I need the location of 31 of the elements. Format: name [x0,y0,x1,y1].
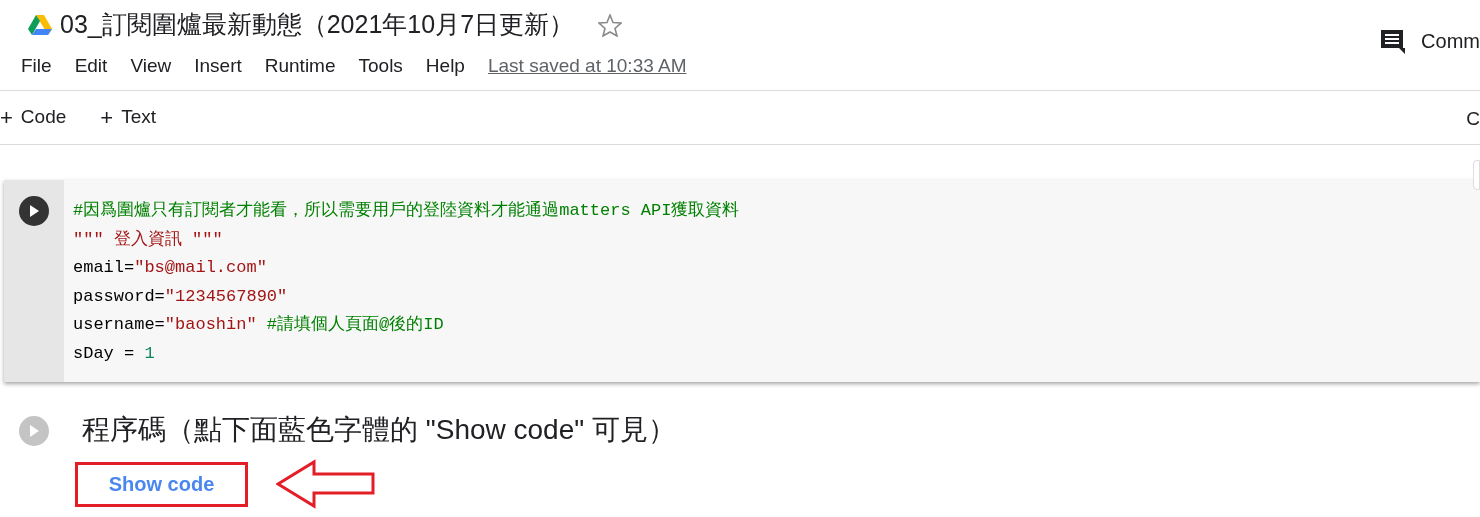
code-line: sDay = 1 [73,342,156,365]
comment-icon[interactable] [1379,28,1406,54]
code-line: username="baoshin" #請填個人頁面@後的ID [73,314,445,336]
menu-item[interactable]: Tools [358,51,403,81]
code-line: password="1234567890" [73,285,289,308]
plus-icon: + [0,106,13,129]
code-line: email="bs@mail.com" [73,257,268,279]
star-icon[interactable] [598,13,623,37]
notebook-title[interactable]: 03_訂閱圍爐最新動態（2021年10月7日更新） [60,6,575,44]
toolbar-button[interactable]: C [1466,105,1480,134]
drive-logo-icon [28,14,52,36]
menu-item[interactable]: Edit [74,51,108,81]
menu-item[interactable]: Runtime [264,51,336,81]
menu-item[interactable]: Help [425,51,465,81]
code-line: """ 登入資訊 """ [73,228,224,251]
run-button[interactable] [19,196,49,226]
menu-item[interactable]: View [130,51,172,81]
menu-item[interactable]: File [21,51,52,81]
plus-icon: + [100,106,114,129]
play-icon [29,425,39,437]
menu-item[interactable]: Insert [194,51,242,81]
show-code-link[interactable]: Show code [75,461,248,507]
add-text-button[interactable]: + Text [100,103,156,132]
add-code-button[interactable]: + Code [0,103,67,132]
comments-button[interactable]: Comm [1421,26,1480,56]
section-heading: 程序碼（點下面藍色字體的 "Show code" 可見） [82,413,676,447]
last-saved-link[interactable]: Last saved at 10:33 AM [487,51,687,81]
code-line: #因爲圍爐只有訂閱者才能看，所以需要用戶的登陸資料才能通過matters API獲取資料 [73,200,740,222]
arrow-icon [276,459,376,509]
play-icon [29,205,39,217]
cell-toolbar[interactable] [1473,160,1480,190]
